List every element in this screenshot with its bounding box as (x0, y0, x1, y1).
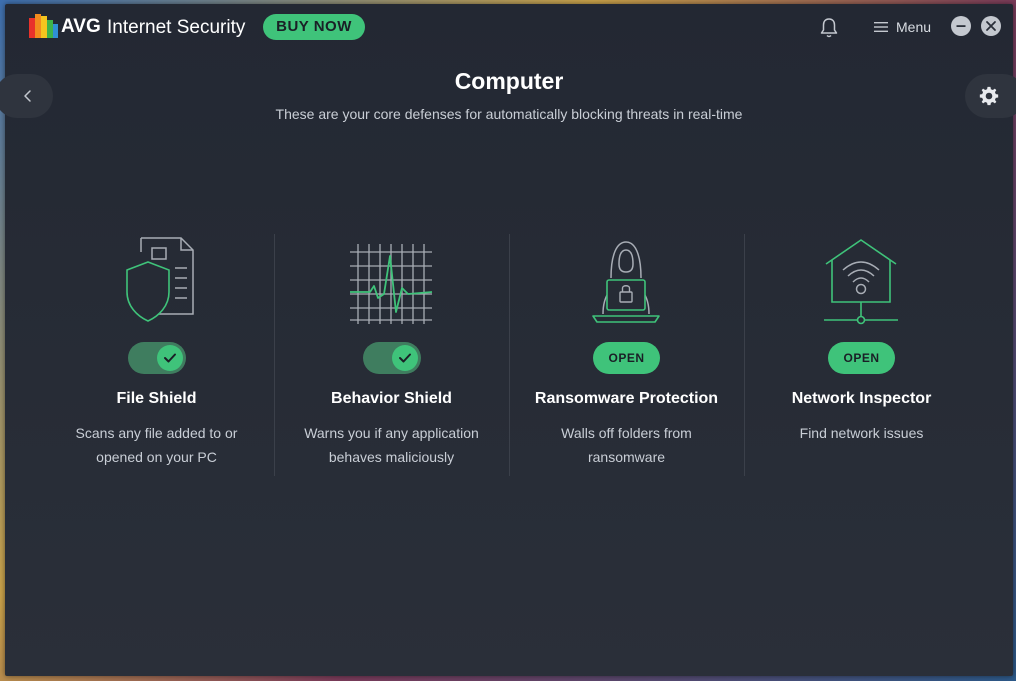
title-bar: AVG Internet Security BUY NOW Menu (5, 4, 1013, 50)
menu-button[interactable]: Menu (874, 18, 931, 36)
card-behavior-shield: Behavior Shield Warns you if any applica… (274, 234, 509, 476)
card-file-shield: File Shield Scans any file added to or o… (39, 234, 274, 476)
toggle-knob (392, 345, 418, 371)
network-open-button[interactable]: OPEN (828, 342, 895, 374)
check-icon (399, 353, 411, 363)
home-network-icon (824, 239, 898, 325)
menu-label: Menu (896, 19, 932, 35)
close-icon (986, 21, 996, 31)
card-ransomware-protection: OPEN Ransomware Protection Walls off fol… (509, 234, 744, 476)
notification-bell-icon[interactable] (819, 17, 839, 39)
minimize-button[interactable] (951, 16, 971, 36)
card-title: Ransomware Protection (534, 390, 719, 407)
card-divider (274, 234, 275, 476)
page-subtitle: These are your core defenses for automat… (275, 106, 743, 122)
card-description: Warns you if any application behaves mal… (304, 425, 479, 465)
product-name: Internet Security (107, 17, 246, 38)
card-description: Find network issues (799, 425, 924, 441)
buy-now-button[interactable]: BUY NOW (263, 14, 365, 40)
card-description: Scans any file added to or opened on you… (75, 425, 238, 465)
page-title: Computer (454, 68, 564, 94)
card-divider (744, 234, 745, 476)
behavior-shield-toggle[interactable] (363, 342, 421, 374)
ransomware-open-button[interactable]: OPEN (593, 342, 660, 374)
card-title: Network Inspector (791, 390, 932, 407)
ransomware-lock-icon (592, 241, 660, 323)
avg-logo-icon (29, 14, 58, 38)
file-shield-toggle[interactable] (128, 342, 186, 374)
card-network-inspector: OPEN Network Inspector Find network issu… (744, 234, 979, 476)
close-button[interactable] (981, 16, 1001, 36)
protection-cards: File Shield Scans any file added to or o… (39, 234, 979, 476)
check-icon (164, 353, 176, 363)
brand-name: AVG (61, 16, 101, 37)
behavior-chart-icon (350, 244, 433, 324)
card-divider (509, 234, 510, 476)
card-description: Walls off folders from ransomware (561, 425, 692, 465)
file-shield-icon (126, 237, 194, 322)
hamburger-icon (874, 22, 888, 32)
app-window: AVG Internet Security BUY NOW Menu Compu… (0, 4, 1016, 676)
minimize-icon (956, 25, 966, 27)
card-title: Behavior Shield (331, 390, 452, 407)
toggle-knob (157, 345, 183, 371)
card-title: File Shield (116, 390, 197, 407)
